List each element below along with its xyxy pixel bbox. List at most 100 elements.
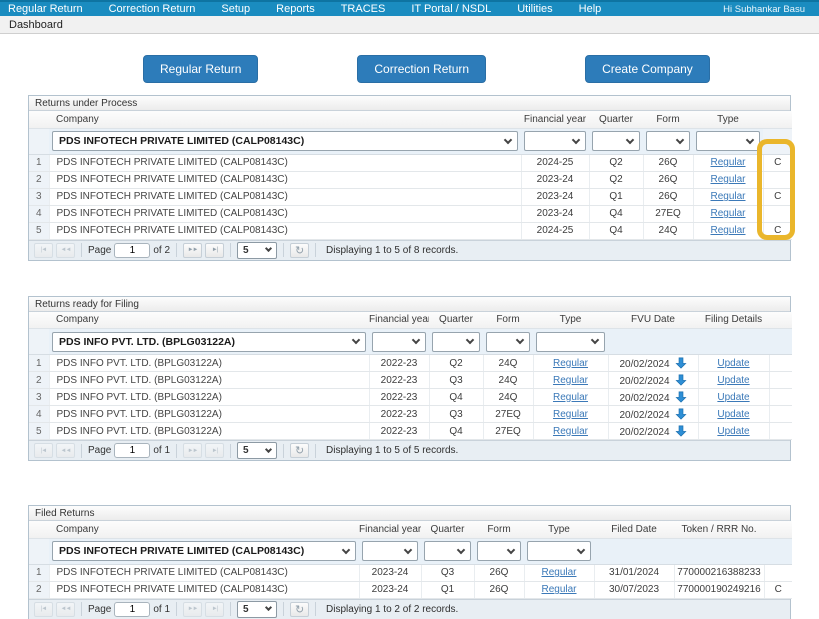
first-page-button[interactable]: |◄: [34, 443, 53, 458]
page-size-select[interactable]: 5: [237, 242, 277, 259]
financial-year-filter-select[interactable]: [362, 541, 418, 561]
company-cell: PDS INFOTECH PRIVATE LIMITED (CALP08143C…: [49, 222, 521, 239]
nav-utilities[interactable]: Utilities: [517, 2, 552, 16]
company-cell: PDS INFOTECH PRIVATE LIMITED (CALP08143C…: [49, 171, 521, 188]
quarter-cell: Q4: [589, 205, 643, 222]
regular-return-button[interactable]: Regular Return: [143, 55, 258, 83]
financial-year-filter-select[interactable]: [524, 131, 586, 151]
type-filter-select[interactable]: [536, 332, 605, 352]
download-fvu-icon[interactable]: [675, 374, 687, 386]
first-page-button[interactable]: |◄: [34, 243, 53, 258]
type-regular-link[interactable]: Regular: [710, 208, 745, 219]
download-fvu-icon[interactable]: [675, 425, 687, 437]
form-filter-select[interactable]: [486, 332, 530, 352]
chevron-down-icon: [466, 336, 474, 344]
financial-year-filter-select[interactable]: [372, 332, 426, 352]
column-header-quarter: Quarter: [429, 312, 483, 329]
page-input[interactable]: [114, 443, 150, 458]
page-input[interactable]: [114, 602, 150, 617]
type-regular-link[interactable]: Regular: [553, 358, 588, 369]
next-page-button[interactable]: ►►: [183, 602, 202, 617]
nav-traces[interactable]: TRACES: [341, 2, 386, 16]
form-cell: 24Q: [643, 222, 693, 239]
quarter-cell: Q1: [421, 581, 474, 598]
chevron-down-icon: [591, 336, 599, 344]
refresh-icon[interactable]: ↻: [290, 243, 309, 258]
column-header-financial-year: Financial year: [369, 312, 429, 329]
company-filter-select[interactable]: PDS INFOTECH PRIVATE LIMITED (CALP08143C…: [52, 541, 356, 561]
row-number: 4: [29, 205, 49, 222]
download-fvu-icon[interactable]: [675, 408, 687, 420]
company-filter-select[interactable]: PDS INFOTECH PRIVATE LIMITED (CALP08143C…: [52, 131, 518, 151]
row-number: 1: [29, 355, 49, 372]
last-page-button[interactable]: ►|: [205, 602, 224, 617]
quarter-cell: Q2: [429, 355, 483, 372]
quarter-filter-select[interactable]: [424, 541, 471, 561]
type-regular-link[interactable]: Regular: [541, 567, 576, 578]
type-regular-link[interactable]: Regular: [710, 157, 745, 168]
column-header-form: Form: [474, 521, 524, 538]
chevron-down-icon: [572, 135, 580, 143]
type-regular-link[interactable]: Regular: [553, 375, 588, 386]
form-cell: 26Q: [643, 171, 693, 188]
prev-page-button[interactable]: ◄◄: [56, 443, 75, 458]
form-filter-select[interactable]: [477, 541, 521, 561]
create-company-button[interactable]: Create Company: [585, 55, 710, 83]
nav-reports[interactable]: Reports: [276, 2, 315, 16]
correction-return-button[interactable]: Correction Return: [357, 55, 486, 83]
company-filter-select[interactable]: PDS INFO PVT. LTD. (BPLG03122A): [52, 332, 366, 352]
prev-page-button[interactable]: ◄◄: [56, 243, 75, 258]
chevron-down-icon: [626, 135, 634, 143]
prev-page-button[interactable]: ◄◄: [56, 602, 75, 617]
page-size-select[interactable]: 5: [237, 601, 277, 618]
row-number: 5: [29, 423, 49, 440]
row-number: 2: [29, 372, 49, 389]
column-header-quarter: Quarter: [421, 521, 474, 538]
download-fvu-icon[interactable]: [675, 357, 687, 369]
nav-correction-return[interactable]: Correction Return: [109, 2, 196, 16]
page-input[interactable]: [114, 243, 150, 258]
last-page-button[interactable]: ►|: [205, 243, 224, 258]
nav-help[interactable]: Help: [579, 2, 602, 16]
quarter-filter-select[interactable]: [592, 131, 640, 151]
form-filter-select[interactable]: [646, 131, 690, 151]
download-fvu-icon[interactable]: [675, 391, 687, 403]
update-link[interactable]: Update: [717, 409, 749, 420]
page-count-label: of 1: [153, 445, 170, 456]
nav-setup[interactable]: Setup: [221, 2, 250, 16]
update-link[interactable]: Update: [717, 426, 749, 437]
type-regular-link[interactable]: Regular: [541, 584, 576, 595]
type-regular-link[interactable]: Regular: [553, 392, 588, 403]
column-header-flag: [769, 312, 792, 329]
refresh-icon[interactable]: ↻: [290, 443, 309, 458]
type-regular-link[interactable]: Regular: [710, 191, 745, 202]
form-cell: 27EQ: [643, 205, 693, 222]
token-cell: 770000216388233: [674, 564, 764, 581]
type-filter-select[interactable]: [527, 541, 591, 561]
update-link[interactable]: Update: [717, 392, 749, 403]
company-filter-value: PDS INFO PVT. LTD. (BPLG03122A): [59, 336, 235, 348]
type-regular-link[interactable]: Regular: [553, 426, 588, 437]
returns-ready-for-filing-panel: Returns ready for Filing Company Financi…: [28, 296, 791, 462]
form-cell: 24Q: [483, 355, 533, 372]
column-header-company: Company: [49, 312, 369, 329]
page-count-label: of 2: [153, 245, 170, 256]
first-page-button[interactable]: |◄: [34, 602, 53, 617]
refresh-icon[interactable]: ↻: [290, 602, 309, 617]
fvu-date-cell: 20/02/2024: [608, 372, 698, 389]
nav-regular-return[interactable]: Regular Return: [8, 2, 83, 16]
next-page-button[interactable]: ►►: [183, 243, 202, 258]
type-regular-link[interactable]: Regular: [710, 174, 745, 185]
update-link[interactable]: Update: [717, 358, 749, 369]
last-page-button[interactable]: ►|: [205, 443, 224, 458]
fvu-date-value: 20/02/2024: [619, 376, 669, 387]
quarter-filter-select[interactable]: [432, 332, 480, 352]
fvu-date-value: 20/02/2024: [619, 359, 669, 370]
type-filter-select[interactable]: [696, 131, 760, 151]
type-regular-link[interactable]: Regular: [553, 409, 588, 420]
next-page-button[interactable]: ►►: [183, 443, 202, 458]
page-size-select[interactable]: 5: [237, 442, 277, 459]
type-regular-link[interactable]: Regular: [710, 225, 745, 236]
update-link[interactable]: Update: [717, 375, 749, 386]
nav-it-portal-nsdl[interactable]: IT Portal / NSDL: [411, 2, 491, 16]
